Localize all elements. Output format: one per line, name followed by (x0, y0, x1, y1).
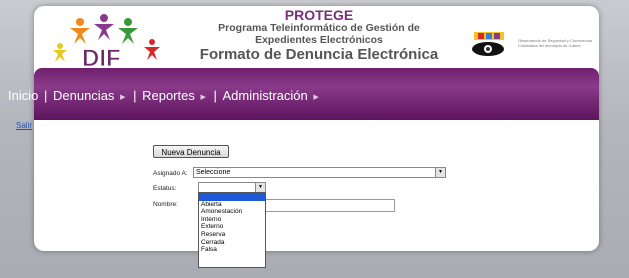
form-title: Formato de Denuncia Electrónica (199, 46, 439, 63)
app-title: PROTEGE (284, 7, 354, 23)
menu-item-reportes[interactable]: Reportes (142, 88, 195, 103)
nombre-label: Nombre: (153, 201, 178, 208)
estatus-option[interactable] (199, 193, 265, 201)
nombre-input[interactable] (264, 199, 395, 212)
submenu-arrow-icon: ▶ (313, 93, 319, 101)
asignado-label: Asignado A: (153, 170, 188, 177)
dif-logo: DIF (53, 14, 160, 70)
estatus-option[interactable]: Cerrada (199, 239, 265, 247)
asignado-select[interactable]: Seleccione ▼ (193, 167, 446, 178)
figure-green (118, 18, 138, 44)
estatus-option[interactable]: Abierta (199, 201, 265, 209)
figure-red (144, 39, 160, 60)
observatorio-text: Observatorio de Seguridad y Convivencia … (518, 38, 592, 48)
estatus-label: Estatus: (153, 185, 177, 192)
estatus-option[interactable]: Externo (199, 223, 265, 231)
menu-separator: | (43, 88, 48, 103)
asignado-selected-value: Seleccione (196, 169, 231, 176)
estatus-dropdown-list: Abierta Amonestación Interno Externo Res… (198, 192, 266, 268)
figure-purple (94, 14, 114, 40)
nueva-denuncia-button[interactable]: Nueva Denuncia (153, 145, 229, 158)
figure-orange (70, 18, 90, 44)
submenu-arrow-icon: ▶ (120, 93, 126, 101)
figure-yellow (53, 43, 67, 62)
menu-separator: | (213, 88, 217, 103)
title-block: PROTEGE Programa Teleinformático de Gest… (184, 7, 454, 64)
estatus-option[interactable]: Falsa (199, 246, 265, 254)
main-menu: Inicio | Denuncias ▶ | Reportes ▶ | Admi… (8, 88, 321, 103)
estatus-option[interactable]: Interno (199, 216, 265, 224)
menu-item-inicio[interactable]: Inicio (8, 88, 38, 103)
chevron-down-icon[interactable]: ▼ (435, 168, 445, 177)
estatus-option[interactable]: Amonestación (199, 208, 265, 216)
chevron-down-icon[interactable]: ▼ (255, 183, 265, 192)
salir-link[interactable]: Salir (16, 121, 32, 130)
menu-item-administracion[interactable]: Administración (223, 88, 308, 103)
menu-item-denuncias[interactable]: Denuncias (53, 88, 114, 103)
estatus-option[interactable]: Reserva (199, 231, 265, 239)
header: DIF PROTEGE Programa Teleinformático de … (34, 6, 599, 72)
page-panel: DIF PROTEGE Programa Teleinformático de … (34, 6, 599, 251)
dif-letters: DIF (82, 45, 121, 70)
subtitle-line-2: Expedientes Electrónicos (255, 33, 383, 46)
menu-separator: | (133, 88, 137, 103)
subtitle-line-1: Programa Teleinformático de Gestión de (218, 22, 420, 34)
submenu-arrow-icon: ▶ (200, 93, 206, 101)
